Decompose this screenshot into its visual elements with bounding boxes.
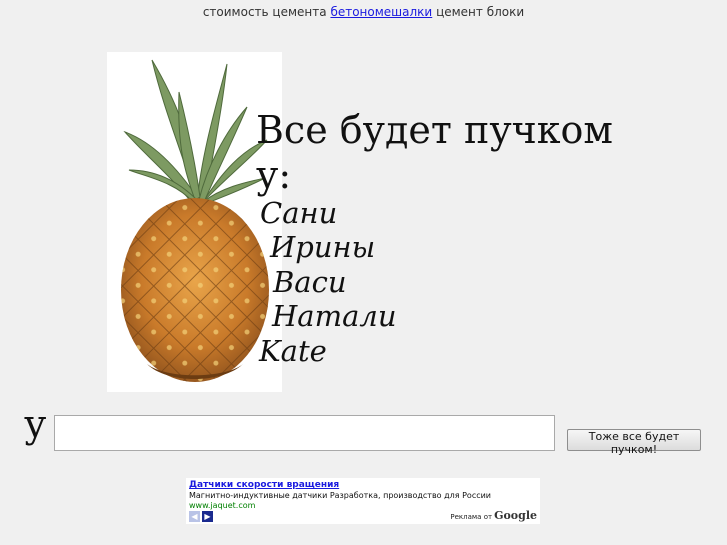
- top-text-suffix: цемент блоки: [436, 5, 525, 19]
- chevron-left-icon[interactable]: ◀: [189, 511, 200, 522]
- name-item: Васи: [273, 265, 347, 299]
- name-item: Ирины: [270, 230, 376, 264]
- top-text-prefix: стоимость цемента: [202, 5, 327, 19]
- ad-navigation: ◀ ▶: [189, 511, 213, 522]
- headline: Все будет пучком у:: [256, 108, 613, 198]
- google-logo: Google: [494, 509, 537, 522]
- name-item: Сани: [260, 196, 338, 230]
- name-item: Натали: [272, 299, 397, 333]
- pineapple-icon: [121, 59, 269, 382]
- ad-attribution[interactable]: Реклама от Google: [450, 509, 537, 522]
- form-prefix-label: у: [24, 402, 47, 446]
- name-item: Kate: [259, 334, 327, 368]
- ad-title-link[interactable]: Датчики скорости вращения: [189, 480, 537, 491]
- chevron-right-icon[interactable]: ▶: [202, 511, 213, 522]
- ad-by-label: Реклама от: [450, 513, 493, 521]
- headline-line-1: Все будет пучком: [256, 108, 613, 152]
- submit-button[interactable]: Тоже все будет пучком!: [567, 429, 701, 456]
- top-links-bar: стоимость цемента бетономешалки цемент б…: [0, 5, 727, 19]
- concrete-mixer-link[interactable]: бетономешалки: [330, 5, 432, 19]
- ad-description: Магнитно-индуктивные датчики Разработка,…: [189, 491, 492, 500]
- name-input[interactable]: [54, 415, 555, 451]
- headline-line-2: у:: [256, 153, 292, 197]
- ad-block: Датчики скорости вращения Магнитно-индук…: [186, 478, 540, 524]
- pineapple-image: [107, 52, 282, 392]
